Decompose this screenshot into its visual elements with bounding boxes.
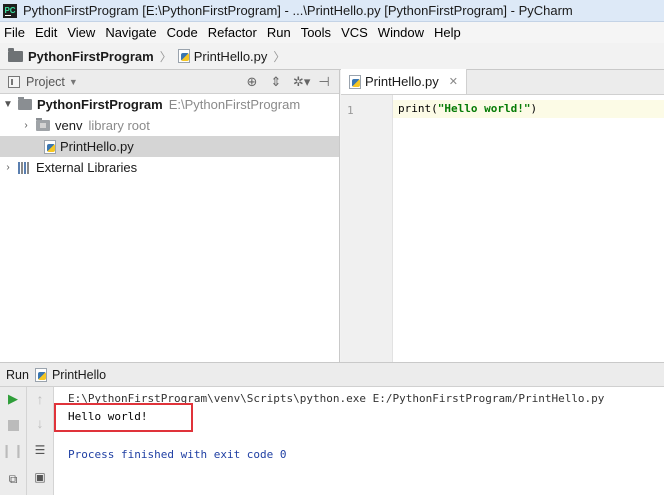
- code-line[interactable]: print("Hello world!"): [398, 102, 537, 115]
- tree-item-external-libraries[interactable]: › External Libraries: [0, 157, 339, 178]
- menu-window[interactable]: Window: [377, 25, 425, 40]
- tree-item-file[interactable]: PrintHello.py: [0, 136, 339, 157]
- editor-tab-bar: PrintHello.py ✕: [341, 69, 664, 95]
- menu-code[interactable]: Code: [166, 25, 199, 40]
- tree-venv-note: library root: [88, 118, 150, 133]
- menu-tools[interactable]: Tools: [300, 25, 332, 40]
- tree-external-label: External Libraries: [36, 160, 138, 175]
- run-toolbar-secondary: ↑ ↓ ☰ ▣: [27, 387, 54, 495]
- run-panel-title[interactable]: Run: [6, 368, 29, 382]
- menu-file[interactable]: File: [3, 25, 26, 40]
- python-file-icon: [34, 367, 47, 382]
- menu-edit[interactable]: Edit: [34, 25, 58, 40]
- restore-layout-icon[interactable]: ⧉: [5, 471, 21, 487]
- folder-icon: [18, 97, 32, 110]
- menu-refactor[interactable]: Refactor: [207, 25, 258, 40]
- libraries-icon: [18, 161, 32, 174]
- pycharm-logo-icon: PC: [3, 3, 17, 18]
- close-icon[interactable]: ✕: [449, 75, 458, 88]
- line-number: 1: [347, 104, 354, 117]
- soft-wrap-icon[interactable]: ☰: [32, 442, 48, 458]
- python-file-icon: [177, 49, 190, 63]
- code-call: print(: [398, 102, 438, 115]
- chevron-right-icon[interactable]: ›: [20, 120, 32, 131]
- chevron-right-icon[interactable]: ›: [2, 162, 14, 173]
- collapse-all-icon[interactable]: ⇕: [269, 74, 283, 90]
- code-area[interactable]: 1 print("Hello world!"): [341, 95, 664, 362]
- gear-icon[interactable]: ✲▾: [293, 74, 310, 90]
- stop-icon[interactable]: [5, 417, 21, 433]
- menu-run[interactable]: Run: [266, 25, 292, 40]
- line-gutter: 1: [341, 95, 393, 362]
- chevron-down-icon[interactable]: ▼: [69, 77, 78, 87]
- rerun-icon[interactable]: ▶: [5, 391, 21, 407]
- arrow-up-icon[interactable]: ↑: [32, 391, 48, 407]
- tab-printhello[interactable]: PrintHello.py ✕: [341, 69, 467, 94]
- chevron-right-icon: 〉: [273, 49, 286, 64]
- run-config-name[interactable]: PrintHello: [52, 368, 106, 382]
- menu-bar: File Edit View Navigate Code Refactor Ru…: [0, 22, 664, 43]
- title-bar: PC PythonFirstProgram [E:\PythonFirstPro…: [0, 0, 664, 22]
- python-file-icon: [44, 139, 56, 154]
- run-panel-header: Run PrintHello: [0, 362, 664, 387]
- menu-view[interactable]: View: [66, 25, 96, 40]
- tree-root-path: E:\PythonFirstProgram: [168, 97, 301, 112]
- pause-icon[interactable]: ❙❙: [1, 443, 24, 459]
- tree-root-name: PythonFirstProgram: [37, 97, 163, 112]
- tree-item-root[interactable]: ▼ PythonFirstProgram E:\PythonFirstProgr…: [0, 94, 339, 115]
- project-panel-title[interactable]: Project: [26, 75, 65, 89]
- project-panel: Project ▼ ⊕ ⇕ ✲▾ ⊣ ▼ PythonFirstProgram …: [0, 70, 340, 362]
- print-icon[interactable]: ▣: [32, 469, 48, 485]
- run-console[interactable]: E:\PythonFirstProgram\venv\Scripts\pytho…: [54, 387, 664, 495]
- tree-file-name: PrintHello.py: [60, 139, 134, 154]
- run-toolbar: ▶ ❙❙ ⧉: [0, 387, 27, 495]
- breadcrumb-file[interactable]: PrintHello.py: [194, 49, 268, 64]
- project-view-icon: [8, 75, 20, 88]
- python-file-icon: [349, 74, 361, 89]
- library-folder-icon: [36, 118, 50, 131]
- locate-target-icon[interactable]: ⊕: [245, 74, 259, 90]
- menu-vcs[interactable]: VCS: [340, 25, 369, 40]
- menu-help[interactable]: Help: [433, 25, 462, 40]
- breadcrumb-project[interactable]: PythonFirstProgram: [28, 49, 154, 64]
- console-output: Hello world!: [68, 410, 148, 423]
- tree-item-venv[interactable]: › venv library root: [0, 115, 339, 136]
- chevron-right-icon: 〉: [159, 49, 172, 64]
- code-close-paren: ): [530, 102, 538, 115]
- tree-venv-name: venv: [55, 118, 83, 133]
- project-panel-header: Project ▼ ⊕ ⇕ ✲▾ ⊣: [0, 70, 339, 94]
- arrow-down-icon[interactable]: ↓: [32, 415, 48, 431]
- menu-navigate[interactable]: Navigate: [104, 25, 157, 40]
- tab-label: PrintHello.py: [365, 74, 439, 89]
- breadcrumb: PythonFirstProgram 〉 PrintHello.py 〉: [0, 43, 664, 70]
- console-exit-status: Process finished with exit code 0: [68, 448, 287, 461]
- code-string: "Hello world!": [437, 102, 531, 115]
- window-title: PythonFirstProgram [E:\PythonFirstProgra…: [23, 3, 573, 18]
- folder-icon: [8, 47, 23, 62]
- editor: PrintHello.py ✕ 1 print("Hello world!"): [341, 69, 664, 362]
- hide-panel-icon[interactable]: ⊣: [317, 74, 331, 90]
- chevron-down-icon[interactable]: ▼: [2, 99, 14, 110]
